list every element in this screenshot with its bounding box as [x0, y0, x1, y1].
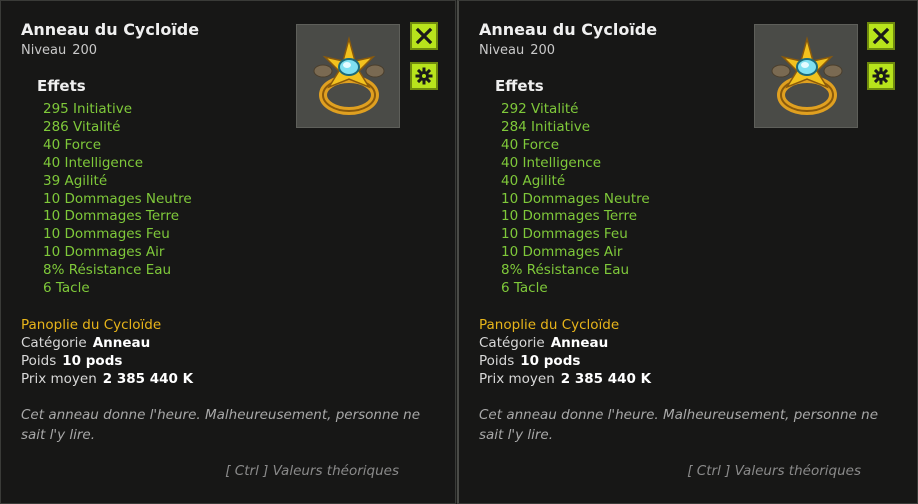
category-row: Catégorie Anneau — [21, 335, 150, 351]
effect-line: 10 Dommages Neutre — [43, 190, 192, 207]
effect-line: 6 Tacle — [43, 280, 90, 297]
level-value: 200 — [530, 43, 556, 58]
effect-line: 292 Vitalité — [501, 101, 579, 117]
theoretical-values-hint: [ Ctrl ] Valeurs théoriques — [225, 463, 399, 479]
effect-line: 284 Initiative — [501, 118, 591, 135]
item-tooltip-right: Anneau du Cycloïde Niveau 200 Effets 292… — [457, 0, 918, 504]
effect-line: 10 Dommages Air — [43, 244, 165, 261]
level-label: Niveau — [21, 43, 67, 58]
gear-icon — [872, 67, 890, 85]
effect-line: 40 Force — [501, 136, 559, 153]
item-tooltip-left: Anneau du Cycloïde Niveau 200 Effets 295… — [0, 0, 456, 504]
set-link[interactable]: Panoplie du Cycloïde — [21, 317, 161, 333]
price-value: 2 385 440 K — [560, 371, 652, 387]
price-row: Prix moyen 2 385 440 K — [479, 371, 651, 387]
close-button[interactable] — [410, 22, 438, 50]
close-icon — [415, 27, 433, 45]
close-icon — [872, 27, 890, 45]
price-value: 2 385 440 K — [102, 371, 194, 387]
weight-label: Poids — [479, 353, 515, 369]
effects-heading: Effets — [37, 77, 86, 95]
effect-line: 40 Force — [43, 136, 101, 153]
settings-button[interactable] — [867, 62, 895, 90]
item-title: Anneau du Cycloïde — [479, 20, 658, 39]
settings-button[interactable] — [410, 62, 438, 90]
effect-line: 286 Vitalité — [43, 118, 121, 135]
weight-value: 10 pods — [62, 353, 123, 369]
category-row: Catégorie Anneau — [479, 335, 608, 351]
effects-list: 295 Initiative 286 Vitalité 40 Force 40 … — [43, 101, 192, 298]
effect-line: 10 Dommages Neutre — [501, 190, 650, 207]
item-description: Cet anneau donne l'heure. Malheureusemen… — [479, 407, 879, 443]
effect-line: 40 Agilité — [501, 172, 566, 189]
effect-line: 8% Résistance Eau — [43, 262, 172, 279]
category-label: Catégorie — [21, 335, 87, 351]
ring-icon — [771, 36, 843, 115]
category-value: Anneau — [92, 335, 151, 351]
effect-line: 40 Intelligence — [43, 154, 144, 171]
effect-line: 10 Dommages Terre — [501, 208, 638, 225]
theoretical-values-hint: [ Ctrl ] Valeurs théoriques — [687, 463, 861, 479]
gear-icon — [415, 67, 433, 85]
weight-row: Poids 10 pods — [21, 353, 122, 369]
weight-label: Poids — [21, 353, 57, 369]
effect-line: 40 Intelligence — [501, 154, 602, 171]
level-value: 200 — [72, 43, 98, 58]
effect-line: 10 Dommages Feu — [501, 226, 628, 243]
item-title: Anneau du Cycloïde — [21, 20, 200, 39]
price-label: Prix moyen — [21, 371, 97, 387]
weight-value: 10 pods — [520, 353, 581, 369]
level-label: Niveau — [479, 43, 525, 58]
effect-line: 10 Dommages Terre — [43, 208, 180, 225]
price-label: Prix moyen — [479, 371, 555, 387]
effect-line: 295 Initiative — [43, 101, 133, 117]
set-link[interactable]: Panoplie du Cycloïde — [479, 317, 619, 333]
effects-heading: Effets — [495, 77, 544, 95]
effect-line: 6 Tacle — [501, 280, 548, 297]
category-label: Catégorie — [479, 335, 545, 351]
effect-line: 10 Dommages Feu — [43, 226, 170, 243]
item-level: Niveau 200 — [21, 43, 97, 58]
item-image — [754, 24, 858, 128]
effects-list: 292 Vitalité 284 Initiative 40 Force 40 … — [501, 101, 650, 298]
item-image — [296, 24, 400, 128]
price-row: Prix moyen 2 385 440 K — [21, 371, 193, 387]
item-level: Niveau 200 — [479, 43, 555, 58]
weight-row: Poids 10 pods — [479, 353, 580, 369]
ring-icon — [313, 36, 385, 115]
category-value: Anneau — [550, 335, 609, 351]
item-description: Cet anneau donne l'heure. Malheureusemen… — [21, 407, 421, 443]
effect-line: 8% Résistance Eau — [501, 262, 630, 279]
effect-line: 39 Agilité — [43, 172, 108, 189]
effect-line: 10 Dommages Air — [501, 244, 623, 261]
close-button[interactable] — [867, 22, 895, 50]
